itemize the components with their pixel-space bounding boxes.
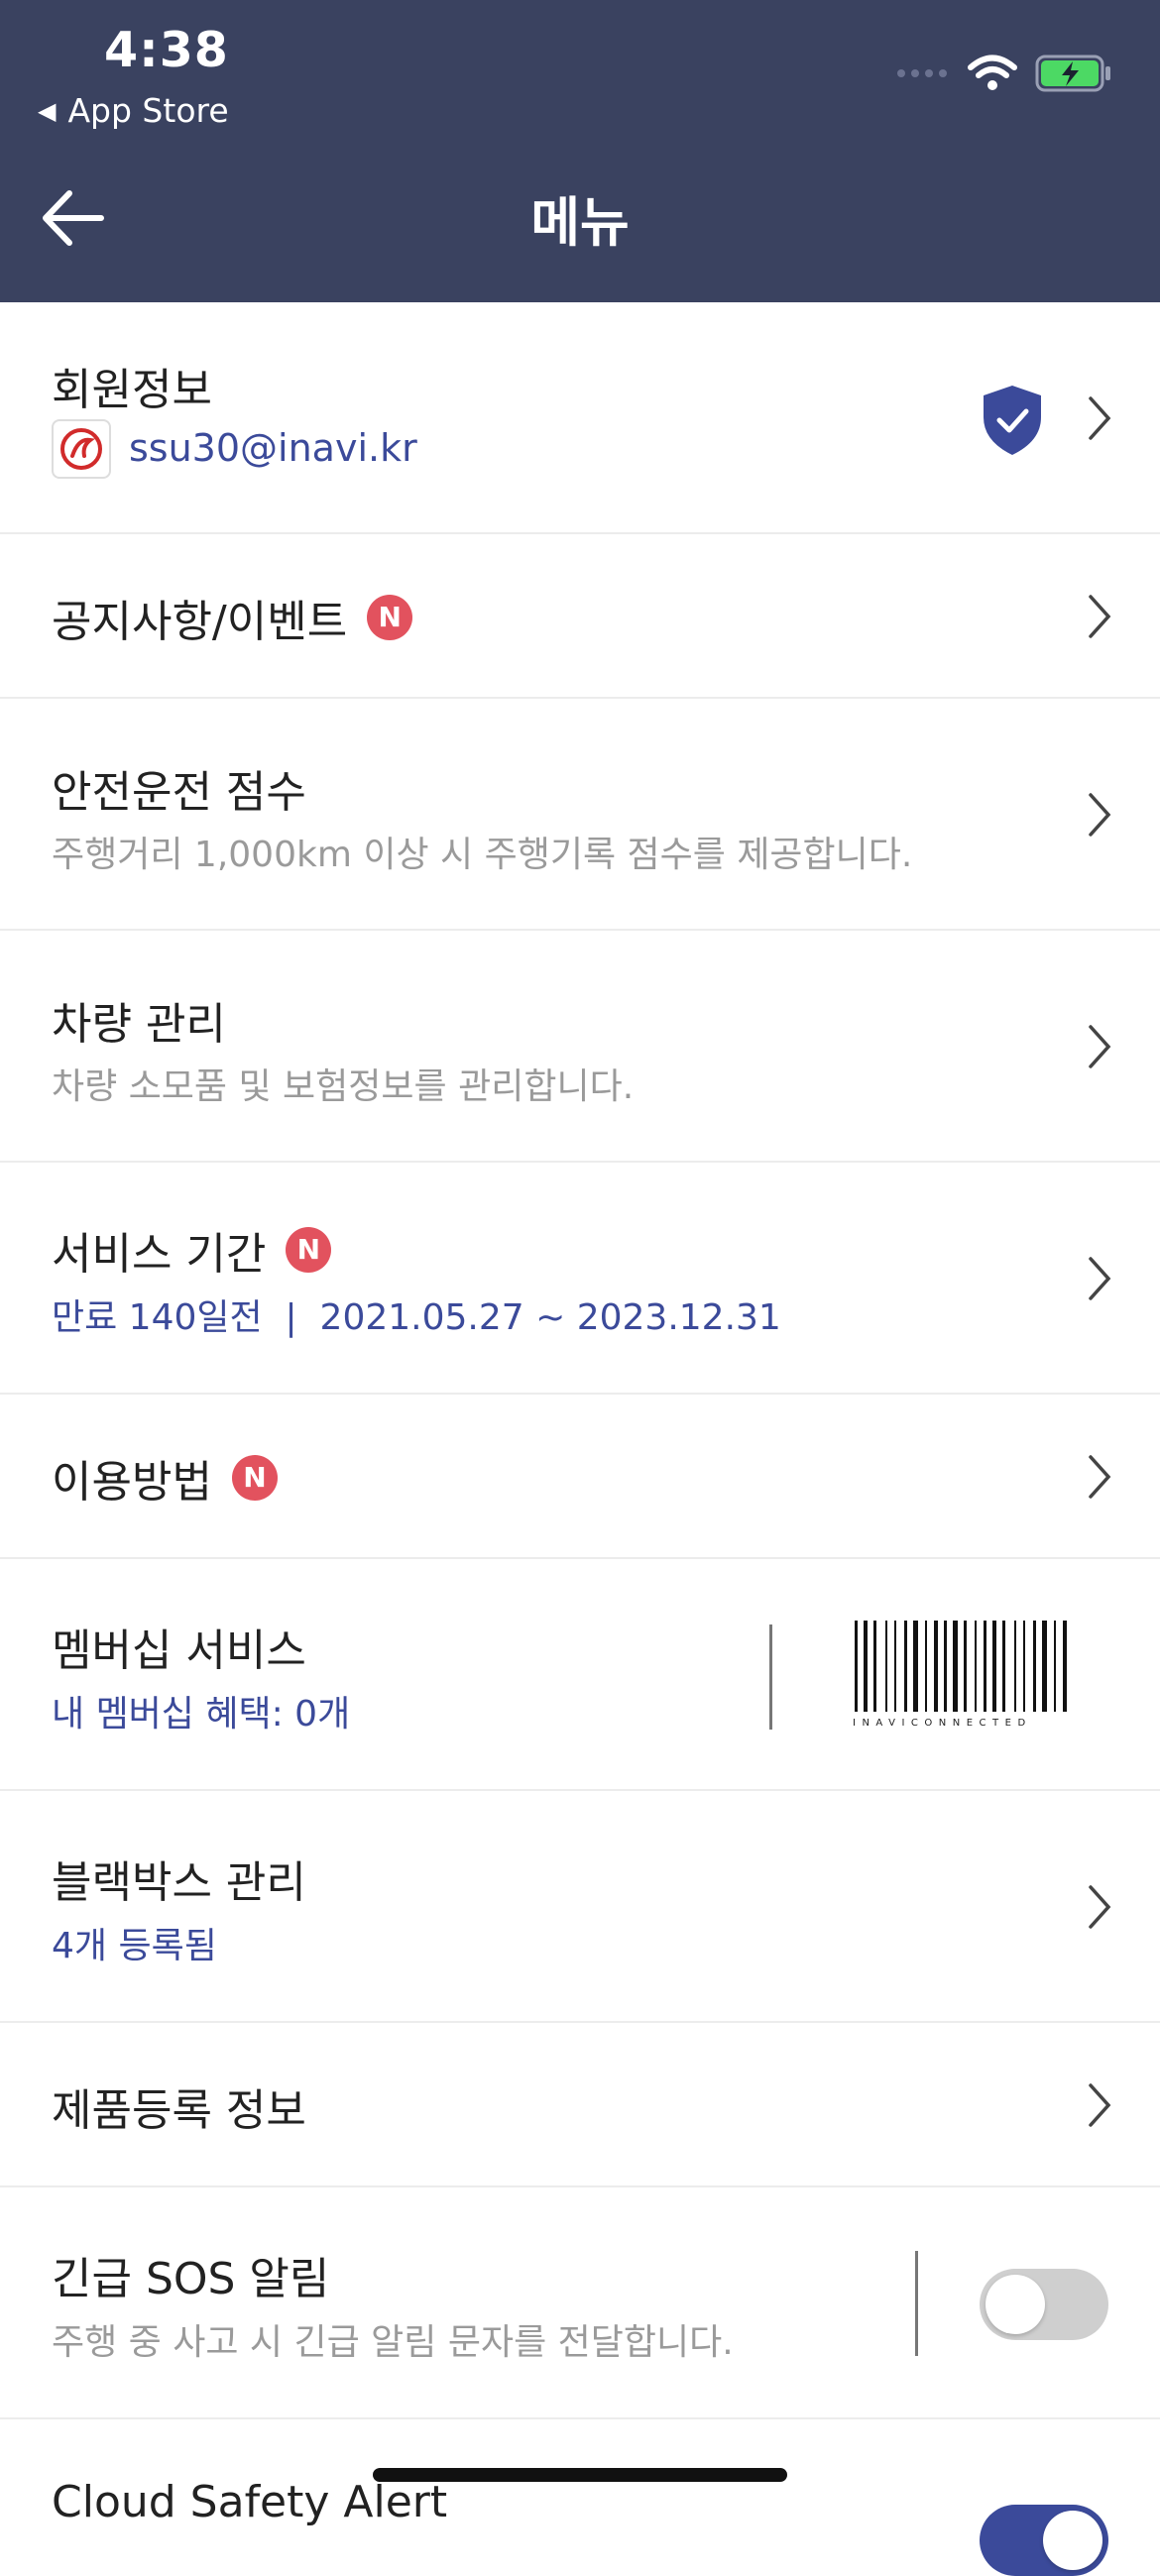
menu-item-label: 이용방법 N bbox=[52, 1446, 278, 1510]
status-time: 4:38 bbox=[104, 22, 229, 78]
menu-item-label: 차량 관리 bbox=[52, 999, 226, 1050]
inavi-logo-icon bbox=[52, 419, 111, 479]
menu-item-label: Cloud Safety Alert bbox=[52, 2477, 448, 2527]
status-back-label: App Store bbox=[67, 91, 229, 130]
status-back-to-app[interactable]: ◀ App Store bbox=[38, 91, 229, 130]
menu-item-label: 안전운전 점수 bbox=[52, 767, 306, 818]
menu-item-description: 주행거리 1,000km 이상 시 주행기록 점수를 제공합니다. bbox=[52, 835, 913, 875]
menu-item-how-to-use[interactable]: 이용방법 N bbox=[0, 1395, 1160, 1559]
menu-item-safe-driving-score[interactable]: 안전운전 점수 주행거리 1,000km 이상 시 주행기록 점수를 제공합니다… bbox=[0, 699, 1160, 931]
menu-item-label: 멤버십 서비스 bbox=[52, 1625, 306, 1676]
barcode-icon bbox=[855, 1621, 1067, 1712]
new-badge: N bbox=[231, 1455, 278, 1501]
new-badge: N bbox=[286, 1227, 332, 1273]
menu-item-label: 회원정보 bbox=[52, 365, 212, 415]
page-title: 메뉴 bbox=[530, 191, 630, 254]
menu-list: 회원정보 ssu30@inavi.kr 공지사항/이벤트 N 안전운전 점수 주… bbox=[0, 302, 1160, 2576]
menu-item-service-period[interactable]: 서비스 기간 N 만료 140일전 | 2021.05.27 ~ 2023.12… bbox=[0, 1163, 1160, 1395]
menu-item-product-registration[interactable]: 제품등록 정보 bbox=[0, 2023, 1160, 2187]
menu-item-label: 공지사항/이벤트 N bbox=[52, 586, 413, 649]
chevron-right-icon bbox=[1089, 793, 1111, 837]
chevron-right-icon bbox=[1089, 1885, 1111, 1929]
barcode-text: INAVICONNECTED bbox=[853, 1718, 1032, 1729]
chevron-right-icon bbox=[1089, 1455, 1111, 1499]
status-icons bbox=[896, 50, 1112, 97]
menu-item-label: 블랙박스 관리 bbox=[52, 1857, 306, 1908]
member-email: ssu30@inavi.kr bbox=[129, 426, 417, 470]
menu-item-label: 긴급 SOS 알림 bbox=[52, 2254, 330, 2304]
chevron-right-icon bbox=[1089, 1025, 1111, 1068]
menu-item-notice-event[interactable]: 공지사항/이벤트 N bbox=[0, 534, 1160, 699]
service-label: 서비스 기간 bbox=[52, 1229, 267, 1280]
notice-label: 공지사항/이벤트 bbox=[52, 597, 348, 647]
chevron-right-icon bbox=[1089, 2083, 1111, 2127]
signal-icon bbox=[897, 69, 947, 77]
sos-toggle[interactable] bbox=[980, 2269, 1108, 2340]
vertical-divider bbox=[769, 1624, 772, 1730]
battery-charging-icon bbox=[1035, 55, 1110, 92]
menu-item-description: 주행 중 사고 시 긴급 알림 문자를 전달합니다. bbox=[52, 2322, 734, 2363]
menu-item-label: 서비스 기간 N bbox=[52, 1218, 332, 1282]
wifi-icon bbox=[968, 55, 1017, 90]
toggle-knob bbox=[986, 2275, 1045, 2334]
howto-label: 이용방법 bbox=[52, 1457, 212, 1508]
home-indicator bbox=[373, 2468, 787, 2482]
menu-item-label: 제품등록 정보 bbox=[52, 2085, 306, 2136]
vertical-divider bbox=[915, 2251, 918, 2356]
membership-barcode[interactable]: INAVICONNECTED bbox=[853, 1621, 1077, 1730]
blackbox-count-text: 4개 등록됨 bbox=[52, 1926, 217, 1966]
back-triangle-icon: ◀ bbox=[38, 96, 57, 125]
menu-item-blackbox-management[interactable]: 블랙박스 관리 4개 등록됨 bbox=[0, 1791, 1160, 2023]
menu-item-description: 차량 소모품 및 보험정보를 관리합니다. bbox=[52, 1066, 635, 1107]
chevron-right-icon bbox=[1089, 396, 1111, 440]
service-period-text: 만료 140일전 | 2021.05.27 ~ 2023.12.31 bbox=[52, 1297, 781, 1338]
toggle-knob bbox=[1043, 2511, 1102, 2570]
menu-item-emergency-sos: 긴급 SOS 알림 주행 중 사고 시 긴급 알림 문자를 전달합니다. bbox=[0, 2187, 1160, 2419]
chevron-right-icon bbox=[1089, 595, 1111, 638]
chevron-right-icon bbox=[1089, 1257, 1111, 1300]
new-badge: N bbox=[367, 595, 413, 640]
menu-item-member-info[interactable]: 회원정보 ssu30@inavi.kr bbox=[0, 302, 1160, 534]
menu-item-membership-service[interactable]: 멤버십 서비스 내 멤버십 혜택: 0개 INAVICONNECTED bbox=[0, 1559, 1160, 1791]
menu-item-vehicle-management[interactable]: 차량 관리 차량 소모품 및 보험정보를 관리합니다. bbox=[0, 931, 1160, 1163]
membership-benefits-text: 내 멤버십 혜택: 0개 bbox=[52, 1694, 351, 1735]
cloud-safety-toggle[interactable] bbox=[980, 2505, 1108, 2576]
verified-shield-icon bbox=[984, 386, 1041, 455]
app-header: 4:38 ◀ App Store 메뉴 bbox=[0, 0, 1160, 302]
